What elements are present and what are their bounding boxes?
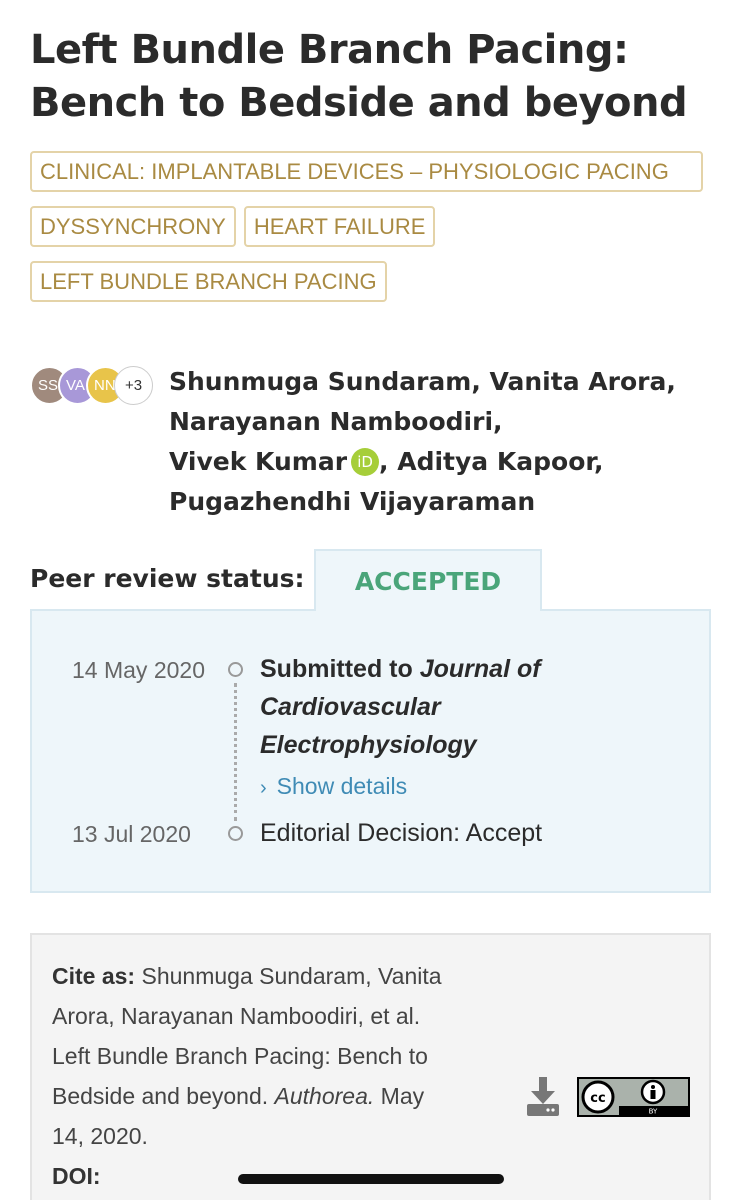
cite-journal: Authorea. xyxy=(274,1083,375,1109)
timeline-dot xyxy=(228,662,243,677)
cite-line: Left Bundle Branch Pacing: Bench to xyxy=(52,1043,428,1069)
event-date: 14 May 2020 xyxy=(72,657,205,683)
author-line[interactable]: Narayanan Namboodiri, xyxy=(169,402,709,442)
peer-review-label: Peer review status: xyxy=(30,564,305,593)
citation-text: Cite as: Shunmuga Sundaram, Vanita Arora… xyxy=(52,956,502,1156)
cite-line: Arora, Narayanan Namboodiri, et al. xyxy=(52,1003,421,1029)
cite-line: Bedside and beyond. xyxy=(52,1083,275,1109)
cite-label: Cite as: xyxy=(52,963,136,989)
event-decision: Editorial Decision: Accept xyxy=(260,819,543,847)
author-list: Shunmuga Sundaram, Vanita Arora, Narayan… xyxy=(169,362,709,522)
cite-line: 14, 2020. xyxy=(52,1123,148,1149)
cite-line: Shunmuga Sundaram, Vanita xyxy=(135,963,442,989)
tab-connector xyxy=(316,607,540,613)
cc-by-license-icon[interactable]: cc BY xyxy=(577,1077,690,1117)
author-name[interactable]: Vivek Kumar xyxy=(169,447,347,476)
tag-left-bundle-branch-pacing[interactable]: LEFT BUNDLE BRANCH PACING xyxy=(30,261,387,302)
title-line-1: Left Bundle Branch Pacing: xyxy=(30,27,629,73)
show-details-label: Show details xyxy=(276,773,408,799)
show-details-link[interactable]: › Show details xyxy=(260,773,407,800)
cc-text: cc xyxy=(590,1091,605,1106)
status-tab-accepted[interactable]: ACCEPTED xyxy=(314,549,542,611)
author-avatars[interactable]: SS VA NN +3 xyxy=(30,366,160,406)
timeline-line xyxy=(234,683,237,821)
download-icon[interactable] xyxy=(525,1077,561,1117)
timeline-dot xyxy=(228,826,243,841)
journal-name: Electrophysiology xyxy=(260,731,477,759)
home-indicator[interactable] xyxy=(238,1174,504,1184)
author-line[interactable]: Pugazhendhi Vijayaraman xyxy=(169,482,709,522)
author-line[interactable]: Vivek Kumar iD, Aditya Kapoor, xyxy=(169,442,709,482)
more-authors-badge[interactable]: +3 xyxy=(114,366,153,405)
event-prefix: Submitted to xyxy=(260,655,420,683)
event-submitted: Submitted to Journal of Cardiovascular E… xyxy=(260,650,541,764)
tag-heart-failure[interactable]: HEART FAILURE xyxy=(243,206,436,247)
journal-name: Journal of xyxy=(419,655,541,683)
tag-list: CLINICAL: IMPLANTABLE DEVICES – PHYSIOLO… xyxy=(30,151,705,316)
author-line[interactable]: Shunmuga Sundaram, Vanita Arora, xyxy=(169,362,709,402)
tag-dyssynchrony[interactable]: DYSSYNCHRONY xyxy=(30,206,236,247)
cite-line: May xyxy=(374,1083,425,1109)
by-text: BY xyxy=(649,1108,658,1116)
tag-physiologic-pacing[interactable]: CLINICAL: IMPLANTABLE DEVICES – PHYSIOLO… xyxy=(30,151,703,192)
chevron-right-icon: › xyxy=(260,777,267,799)
orcid-icon[interactable]: iD xyxy=(351,448,380,476)
author-name[interactable]: , Aditya Kapoor, xyxy=(379,447,603,476)
article-title: Left Bundle Branch Pacing: Bench to Beds… xyxy=(30,24,720,130)
event-date: 13 Jul 2020 xyxy=(72,821,191,847)
journal-name: Cardiovascular xyxy=(260,693,441,721)
title-line-2: Bench to Bedside and beyond xyxy=(30,80,688,126)
doi-label: DOI: xyxy=(52,1163,101,1189)
